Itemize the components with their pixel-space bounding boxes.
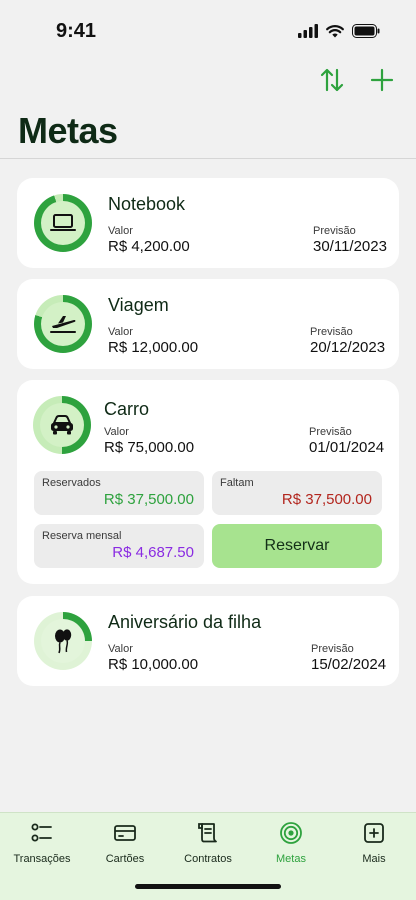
page-title: Metas	[18, 110, 118, 151]
reserved-box: Reservados R$ 37,500.00	[34, 471, 204, 515]
goal-name: Viagem	[108, 295, 169, 315]
missing-box: Faltam R$ 37,500.00	[212, 471, 382, 515]
value-label: Valor	[108, 643, 133, 655]
credit-card-icon	[114, 825, 136, 841]
airplane-icon	[50, 316, 76, 333]
value-label: Valor	[108, 326, 133, 338]
value-label: Valor	[104, 426, 129, 438]
monthly-reserve-box: Reserva mensal R$ 4,687.50	[34, 524, 204, 568]
goal-card-carro[interactable]: Carro Valor R$ 75,000.00 Previsão 01/01/…	[17, 380, 399, 584]
progress-ring	[33, 396, 91, 454]
forecast-label: Previsão	[311, 643, 354, 655]
tab-cartoes[interactable]: Cartões	[83, 821, 167, 865]
signal-icon	[298, 24, 318, 38]
reserved-label: Reservados	[42, 477, 101, 489]
status-time: 9:41	[56, 20, 97, 42]
tab-label: Contratos	[184, 853, 232, 865]
forecast-label: Previsão	[310, 326, 353, 338]
progress-ring	[34, 295, 92, 353]
goal-value: R$ 4,200.00	[108, 238, 190, 255]
tab-metas[interactable]: Metas	[249, 821, 333, 865]
plus-square-icon	[364, 823, 384, 843]
tab-contratos[interactable]: Contratos	[166, 821, 250, 865]
forecast-date: 01/01/2024	[309, 439, 385, 456]
monthly-reserve-value: R$ 4,687.50	[112, 544, 194, 561]
reserved-value: R$ 37,500.00	[103, 491, 194, 508]
progress-ring	[34, 194, 92, 252]
wifi-icon	[326, 25, 344, 38]
goal-value: R$ 75,000.00	[104, 439, 195, 456]
missing-label: Faltam	[220, 477, 254, 489]
goal-name: Notebook	[108, 194, 186, 214]
forecast-label: Previsão	[313, 225, 356, 237]
reserve-button[interactable]: Reservar	[212, 524, 382, 568]
progress-ring	[34, 612, 92, 670]
laptop-icon	[50, 214, 76, 231]
goal-card-notebook[interactable]: Notebook Valor R$ 4,200.00 Previsão 30/1…	[17, 178, 399, 268]
status-bar: 9:41	[0, 0, 416, 56]
monthly-reserve-label: Reserva mensal	[42, 530, 122, 542]
forecast-date: 15/02/2024	[311, 656, 387, 673]
tab-label: Metas	[276, 853, 306, 865]
goal-value: R$ 10,000.00	[108, 656, 199, 673]
goal-card-viagem[interactable]: Viagem Valor R$ 12,000.00 Previsão 20/12…	[17, 279, 399, 369]
goal-card-aniversario[interactable]: Aniversário da filha Valor R$ 10,000.00 …	[17, 596, 399, 686]
plus-icon[interactable]	[368, 66, 396, 94]
forecast-label: Previsão	[309, 426, 352, 438]
sort-arrows-icon[interactable]	[318, 66, 346, 94]
battery-icon	[352, 24, 380, 38]
goal-name: Aniversário da filha	[108, 612, 262, 632]
missing-value: R$ 37,500.00	[281, 491, 372, 508]
target-icon	[280, 822, 302, 844]
car-icon	[51, 415, 73, 435]
balloons-icon	[55, 629, 72, 654]
tab-label: Transações	[13, 853, 71, 865]
home-indicator	[135, 884, 281, 889]
forecast-date: 20/12/2023	[310, 339, 386, 356]
title-divider	[0, 158, 416, 159]
contract-scroll-icon	[198, 823, 217, 843]
goal-name: Carro	[104, 399, 150, 419]
goal-value: R$ 12,000.00	[108, 339, 199, 356]
tab-transacoes[interactable]: Transações	[0, 821, 84, 865]
tab-label: Mais	[362, 853, 386, 865]
transactions-list-icon	[31, 823, 52, 842]
value-label: Valor	[108, 225, 133, 237]
tab-label: Cartões	[105, 853, 145, 865]
forecast-date: 30/11/2023	[313, 238, 387, 255]
tab-mais[interactable]: Mais	[332, 821, 416, 865]
